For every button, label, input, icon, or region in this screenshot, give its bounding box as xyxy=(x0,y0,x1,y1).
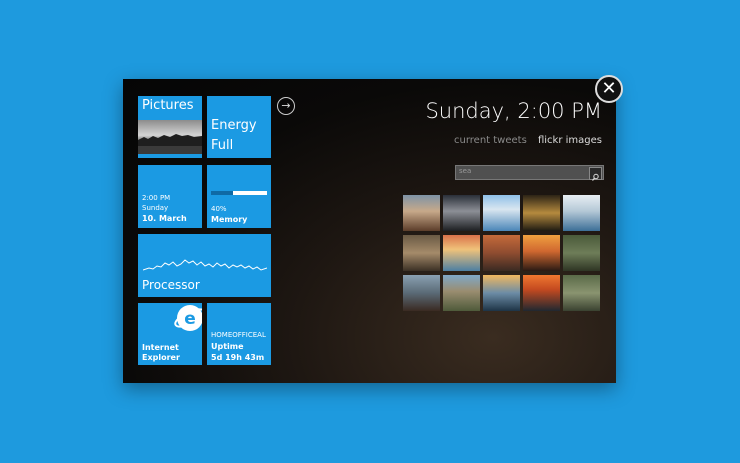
uptime-label: Uptime xyxy=(211,342,244,351)
flickr-image-grid xyxy=(403,195,603,315)
uptime-tile[interactable]: HOMEOFFICEAL Uptime 5d 19h 43m xyxy=(207,303,271,365)
search-icon xyxy=(592,173,599,181)
flickr-thumbnail[interactable] xyxy=(563,195,600,231)
flickr-thumbnail[interactable] xyxy=(523,275,560,311)
flickr-thumbnail[interactable] xyxy=(443,195,480,231)
pictures-tile-photo xyxy=(138,120,202,154)
ie-label-line1: Internet xyxy=(142,343,179,352)
flickr-thumbnail[interactable] xyxy=(443,235,480,271)
flickr-thumbnail[interactable] xyxy=(563,275,600,311)
flickr-thumbnail[interactable] xyxy=(403,275,440,311)
tab-current-tweets[interactable]: current tweets xyxy=(454,135,527,146)
flickr-thumbnail[interactable] xyxy=(403,235,440,271)
feed-tabs: current tweets flickr images xyxy=(454,135,602,146)
memory-label: Memory xyxy=(211,215,248,224)
uptime-value: 5d 19h 43m xyxy=(211,353,265,362)
search-query: sea xyxy=(459,167,472,175)
pictures-tile-title: Pictures xyxy=(142,98,194,113)
datetime-heading: Sunday, 2:00 PM xyxy=(425,99,602,123)
memory-percent: 40% xyxy=(211,205,227,213)
uptime-host: HOMEOFFICEAL xyxy=(211,331,266,339)
close-icon: ✕ xyxy=(601,78,617,99)
memory-bar xyxy=(211,191,267,195)
ie-label-line2: Explorer xyxy=(142,353,180,362)
internet-explorer-icon: e xyxy=(174,305,202,331)
energy-label: Energy xyxy=(211,118,257,133)
energy-tile[interactable]: Energy Full xyxy=(207,96,271,158)
clock-weekday: Sunday xyxy=(142,204,169,212)
flickr-thumbnail[interactable] xyxy=(443,275,480,311)
search-input[interactable]: sea xyxy=(455,165,604,181)
pictures-tile[interactable]: Pictures xyxy=(138,96,202,158)
flickr-thumbnail[interactable] xyxy=(523,235,560,271)
arrow-right-icon: → xyxy=(281,99,291,112)
clock-time: 2:00 PM xyxy=(142,194,171,202)
search-button[interactable] xyxy=(589,167,602,181)
widget-window: ✕ Pictures Energy Full 2:00 PM Sunday 10… xyxy=(123,75,623,383)
processor-tile[interactable]: Processor xyxy=(138,234,271,297)
processor-graph xyxy=(143,259,267,271)
tab-flickr-images[interactable]: flickr images xyxy=(538,135,602,146)
flickr-thumbnail[interactable] xyxy=(563,235,600,271)
memory-bar-fill xyxy=(211,191,234,195)
flickr-thumbnail[interactable] xyxy=(483,235,520,271)
internet-explorer-tile[interactable]: e Internet Explorer xyxy=(138,303,202,365)
svg-text:e: e xyxy=(184,309,196,329)
processor-label: Processor xyxy=(142,278,200,292)
energy-status: Full xyxy=(211,138,234,153)
clock-tile[interactable]: 2:00 PM Sunday 10. March xyxy=(138,165,202,228)
flickr-thumbnail[interactable] xyxy=(483,275,520,311)
memory-tile[interactable]: 40% Memory xyxy=(207,165,271,228)
clock-date: 10. March xyxy=(142,214,187,223)
flickr-thumbnail[interactable] xyxy=(483,195,520,231)
next-page-button[interactable]: → xyxy=(277,97,295,115)
flickr-thumbnail[interactable] xyxy=(523,195,560,231)
flickr-thumbnail[interactable] xyxy=(403,195,440,231)
